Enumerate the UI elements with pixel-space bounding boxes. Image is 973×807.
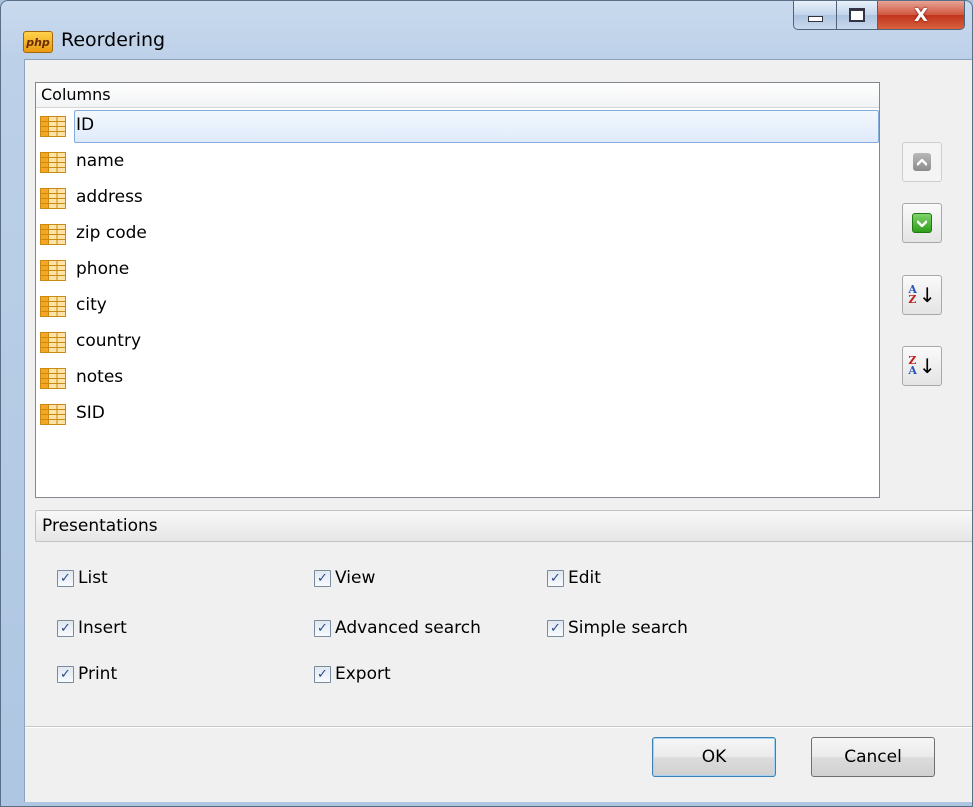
list-item[interactable]: name: [36, 144, 879, 180]
list-item-label: notes: [76, 367, 124, 387]
presentation-checkbox[interactable]: ✓ Edit: [547, 566, 601, 590]
move-up-icon: [913, 153, 931, 171]
dialog-client-area: Columns ID name address zip code phone city co…: [24, 59, 972, 802]
checkbox-check-icon[interactable]: ✓: [314, 619, 331, 637]
list-item[interactable]: notes: [36, 360, 879, 396]
checkbox-label: Export: [335, 664, 391, 684]
sort-descending-button[interactable]: Z A ↓: [902, 346, 942, 386]
columns-rows: ID name address zip code phone city country not…: [36, 108, 879, 432]
table-column-icon: [40, 296, 66, 317]
sort-desc-letter-bottom: A: [908, 364, 917, 377]
list-item[interactable]: ID: [36, 108, 879, 144]
list-item[interactable]: SID: [36, 396, 879, 432]
sort-asc-letter-bottom: Z: [908, 293, 917, 306]
table-column-icon: [40, 188, 66, 209]
maximize-button[interactable]: [837, 1, 878, 30]
checkbox-check-icon[interactable]: ✓: [57, 619, 74, 637]
move-down-button[interactable]: [902, 203, 942, 243]
checkbox-label: Print: [78, 664, 118, 684]
sort-ascending-button[interactable]: A Z ↓: [902, 275, 942, 315]
caption-buttons: X: [793, 1, 965, 30]
table-column-icon: [40, 116, 66, 137]
footer-divider: [25, 726, 972, 728]
list-item[interactable]: zip code: [36, 216, 879, 252]
php-app-icon: php: [23, 31, 53, 53]
list-item[interactable]: country: [36, 324, 879, 360]
window-title: Reordering: [61, 29, 166, 51]
list-item[interactable]: city: [36, 288, 879, 324]
checkbox-check-icon[interactable]: ✓: [547, 619, 564, 637]
minimize-icon: [807, 16, 823, 22]
checkbox-check-icon[interactable]: ✓: [314, 665, 331, 683]
list-item[interactable]: address: [36, 180, 879, 216]
checkbox-check-icon[interactable]: ✓: [57, 569, 74, 587]
list-item-label: address: [76, 187, 143, 207]
presentation-checkbox[interactable]: ✓ Simple search: [547, 616, 688, 640]
list-item-label: city: [76, 295, 107, 315]
list-item-label: zip code: [76, 223, 147, 243]
checkbox-check-icon[interactable]: ✓: [547, 569, 564, 587]
minimize-button[interactable]: [793, 1, 837, 30]
sort-desc-arrow: ↓: [918, 354, 936, 378]
move-down-icon: [912, 213, 932, 233]
list-item-label: phone: [76, 259, 130, 279]
columns-list-header: Columns: [36, 83, 879, 108]
maximize-icon: [849, 8, 865, 22]
close-icon: X: [914, 4, 928, 26]
checkbox-check-icon[interactable]: ✓: [57, 665, 74, 683]
list-item-label: country: [76, 331, 142, 351]
table-column-icon: [40, 224, 66, 245]
list-item-label: ID: [76, 115, 95, 135]
table-column-icon: [40, 332, 66, 353]
presentation-checkbox[interactable]: ✓ Insert: [57, 616, 127, 640]
ok-button[interactable]: OK: [652, 737, 776, 777]
checkbox-label: List: [78, 568, 108, 588]
checkbox-label: View: [335, 568, 376, 588]
list-item-label: SID: [76, 403, 105, 423]
list-item-label: name: [76, 151, 125, 171]
presentations-header: Presentations: [35, 510, 972, 542]
checkbox-label: Advanced search: [335, 618, 481, 638]
presentation-checkbox[interactable]: ✓ Print: [57, 662, 117, 686]
table-column-icon: [40, 260, 66, 281]
close-button[interactable]: X: [878, 1, 965, 30]
table-column-icon: [40, 404, 66, 425]
list-item[interactable]: phone: [36, 252, 879, 288]
checkbox-label: Insert: [78, 618, 127, 638]
presentation-checkbox[interactable]: ✓ Advanced search: [314, 616, 481, 640]
cancel-button[interactable]: Cancel: [811, 737, 935, 777]
table-column-icon: [40, 152, 66, 173]
title-bar[interactable]: php Reordering X: [1, 1, 972, 59]
presentation-checkbox[interactable]: ✓ List: [57, 566, 108, 590]
sort-descending-icon: Z A ↓: [908, 354, 935, 378]
table-column-icon: [40, 368, 66, 389]
checkbox-label: Edit: [568, 568, 601, 588]
checkbox-label: Simple search: [568, 618, 688, 638]
columns-list[interactable]: Columns ID name address zip code phone city co…: [35, 82, 880, 498]
dialog-window: php Reordering X Columns ID name address zi…: [0, 0, 973, 807]
presentation-checkbox[interactable]: ✓ View: [314, 566, 375, 590]
presentation-checkbox[interactable]: ✓ Export: [314, 662, 391, 686]
sort-ascending-icon: A Z ↓: [908, 283, 935, 307]
checkbox-check-icon[interactable]: ✓: [314, 569, 331, 587]
selection-highlight: [74, 110, 879, 143]
move-up-button[interactable]: [902, 142, 942, 182]
sort-asc-arrow: ↓: [918, 283, 936, 307]
